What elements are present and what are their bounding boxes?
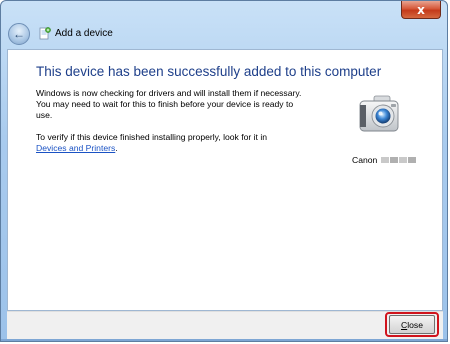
back-arrow-icon: ← [13,27,25,41]
window-bottom-border [1,339,447,341]
title-bar: ← Add a device [1,19,447,49]
device-name-label: Canon [352,155,417,165]
add-device-window: x ← Add a device This device has been su… [0,0,448,342]
verify-instructions: To verify if this device finished instal… [36,132,316,154]
devices-and-printers-link[interactable]: Devices and Printers [36,143,115,153]
camera-icon [359,95,399,132]
content-panel: This device has been successfully added … [7,49,443,311]
verify-text: To verify if this device finished instal… [36,132,268,142]
success-heading: This device has been successfully added … [36,64,382,79]
back-button[interactable]: ← [8,23,30,45]
add-device-icon [39,27,51,40]
close-button[interactable]: Close [389,315,435,334]
window-close-button[interactable]: x [401,1,441,19]
redacted-model [380,155,417,165]
button-bar: Close [7,311,443,341]
verify-period: . [115,143,118,153]
driver-status-message: Windows is now checking for drivers and … [36,88,302,120]
close-icon: x [417,2,425,17]
device-name: Canon [352,155,378,165]
window-title: Add a device [55,28,113,39]
